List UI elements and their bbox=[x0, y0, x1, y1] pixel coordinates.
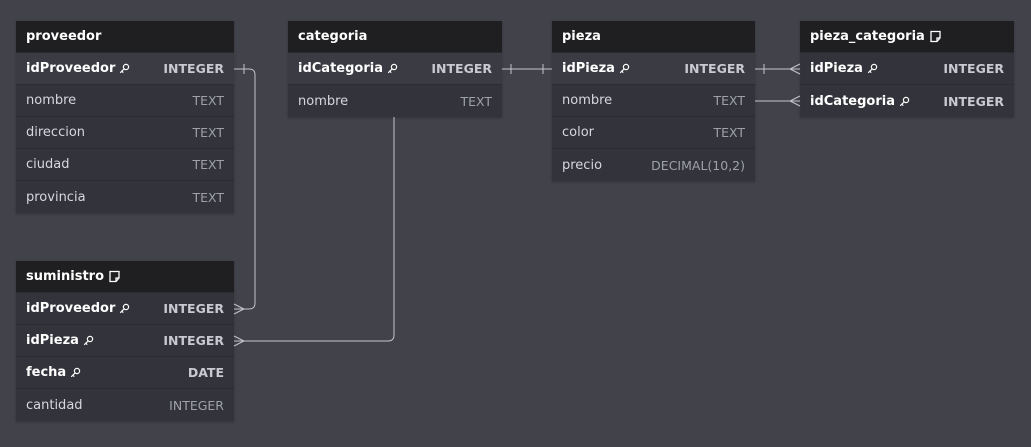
column-name-text: nombre bbox=[298, 93, 349, 109]
column-row[interactable]: idProveedor INTEGER bbox=[16, 53, 234, 85]
column-row[interactable]: idPieza INTEGER bbox=[552, 53, 755, 85]
table-title: proveedor bbox=[26, 29, 102, 44]
table-columns: idPieza INTEGER idCategoria INTEGER bbox=[800, 53, 1014, 117]
column-row[interactable]: idPieza INTEGER bbox=[800, 53, 1014, 85]
column-name: ciudad bbox=[26, 157, 69, 172]
table-header[interactable]: categoria bbox=[288, 21, 502, 53]
table-suministro[interactable]: suministro idProveedor INTEGER idPieza I… bbox=[16, 261, 234, 421]
table-categoria[interactable]: categoria idCategoria INTEGER nombre TEX… bbox=[288, 21, 502, 117]
column-name-text: provincia bbox=[26, 189, 86, 205]
column-name-text: fecha bbox=[26, 365, 67, 380]
column-type: INTEGER bbox=[163, 61, 224, 76]
column-row[interactable]: idCategoria INTEGER bbox=[800, 85, 1014, 117]
key-icon bbox=[119, 63, 130, 74]
key-icon bbox=[899, 96, 910, 107]
column-type: INTEGER bbox=[431, 61, 492, 76]
column-name: color bbox=[562, 125, 594, 140]
table-header[interactable]: suministro bbox=[16, 261, 234, 293]
column-row[interactable]: idCategoria INTEGER bbox=[288, 53, 502, 85]
key-icon bbox=[70, 367, 81, 378]
column-type: TEXT bbox=[192, 189, 224, 205]
column-type: TEXT bbox=[192, 93, 224, 108]
column-name: precio bbox=[562, 158, 602, 173]
column-name: nombre bbox=[562, 93, 612, 108]
column-row[interactable]: nombre TEXT bbox=[16, 85, 234, 117]
table-title: pieza bbox=[562, 29, 601, 44]
column-name: idPieza bbox=[562, 61, 630, 76]
column-name-text: cantidad bbox=[26, 397, 83, 413]
column-type: INTEGER bbox=[163, 333, 224, 348]
column-type: TEXT bbox=[713, 93, 745, 108]
column-name-text: idProveedor bbox=[26, 61, 116, 76]
column-name: idProveedor bbox=[26, 301, 130, 316]
column-name: nombre bbox=[26, 93, 76, 108]
column-row[interactable]: provincia TEXT bbox=[16, 181, 234, 213]
table-columns: idCategoria INTEGER nombre TEXT bbox=[288, 53, 502, 117]
table-header[interactable]: proveedor bbox=[16, 21, 234, 53]
column-name: idPieza bbox=[26, 333, 94, 348]
column-type: DECIMAL(10,2) bbox=[651, 157, 745, 173]
column-type: INTEGER bbox=[163, 301, 224, 316]
table-columns: idPieza INTEGER nombre TEXT color TEXT p… bbox=[552, 53, 755, 181]
column-name-text: idCategoria bbox=[810, 93, 895, 109]
note-icon[interactable] bbox=[108, 270, 121, 283]
column-name-text: idPieza bbox=[810, 61, 863, 76]
table-proveedor[interactable]: proveedor idProveedor INTEGER nombre TEX… bbox=[16, 21, 234, 213]
column-row[interactable]: precio DECIMAL(10,2) bbox=[552, 149, 755, 181]
column-name: idCategoria bbox=[298, 61, 398, 76]
column-row[interactable]: idPieza INTEGER bbox=[16, 325, 234, 357]
table-header[interactable]: pieza_categoria bbox=[800, 21, 1014, 53]
column-name-text: nombre bbox=[26, 93, 77, 108]
column-type: TEXT bbox=[192, 125, 224, 140]
key-icon bbox=[83, 335, 94, 346]
column-name-text: nombre bbox=[562, 93, 613, 108]
table-title: categoria bbox=[298, 29, 368, 44]
column-name: idCategoria bbox=[810, 94, 910, 109]
column-row[interactable]: direccion TEXT bbox=[16, 117, 234, 149]
column-type: INTEGER bbox=[684, 61, 745, 76]
column-name: idProveedor bbox=[26, 61, 130, 76]
column-type: INTEGER bbox=[943, 93, 1004, 109]
table-header[interactable]: pieza bbox=[552, 21, 755, 53]
column-name-text: idCategoria bbox=[298, 61, 383, 76]
column-name: cantidad bbox=[26, 398, 83, 413]
column-name: direccion bbox=[26, 125, 85, 140]
key-icon bbox=[867, 63, 878, 74]
column-name-text: color bbox=[562, 125, 595, 140]
column-name: provincia bbox=[26, 190, 86, 205]
column-type: TEXT bbox=[460, 93, 492, 109]
diagram-canvas[interactable]: proveedor idProveedor INTEGER nombre TEX… bbox=[0, 0, 1031, 447]
table-title: pieza_categoria bbox=[810, 29, 925, 44]
column-name-text: ciudad bbox=[26, 157, 70, 172]
column-type: TEXT bbox=[192, 157, 224, 172]
column-row[interactable]: cantidad INTEGER bbox=[16, 389, 234, 421]
column-row[interactable]: ciudad TEXT bbox=[16, 149, 234, 181]
column-name-text: idPieza bbox=[26, 333, 79, 348]
column-name: fecha bbox=[26, 365, 81, 380]
table-title: suministro bbox=[26, 269, 104, 284]
key-icon bbox=[619, 63, 630, 74]
note-icon[interactable] bbox=[929, 30, 942, 43]
column-row[interactable]: idProveedor INTEGER bbox=[16, 293, 234, 325]
column-name-text: idPieza bbox=[562, 61, 615, 76]
table-pieza-categoria[interactable]: pieza_categoria idPieza INTEGER idCatego… bbox=[800, 21, 1014, 117]
column-name: nombre bbox=[298, 94, 348, 109]
column-name-text: idProveedor bbox=[26, 301, 116, 316]
key-icon bbox=[387, 63, 398, 74]
table-columns: idProveedor INTEGER nombre TEXT direccio… bbox=[16, 53, 234, 213]
column-type: INTEGER bbox=[943, 61, 1004, 76]
key-icon bbox=[119, 303, 130, 314]
column-type: DATE bbox=[187, 365, 224, 380]
table-pieza[interactable]: pieza idPieza INTEGER nombre TEXT color … bbox=[552, 21, 755, 181]
column-row[interactable]: nombre TEXT bbox=[552, 85, 755, 117]
column-name-text: direccion bbox=[26, 125, 86, 140]
column-name: idPieza bbox=[810, 61, 878, 76]
column-row[interactable]: fecha DATE bbox=[16, 357, 234, 389]
column-type: INTEGER bbox=[169, 397, 224, 413]
column-row[interactable]: nombre TEXT bbox=[288, 85, 502, 117]
column-row[interactable]: color TEXT bbox=[552, 117, 755, 149]
column-name-text: precio bbox=[562, 157, 603, 173]
column-type: TEXT bbox=[713, 125, 745, 140]
table-columns: idProveedor INTEGER idPieza INTEGER fech… bbox=[16, 293, 234, 421]
